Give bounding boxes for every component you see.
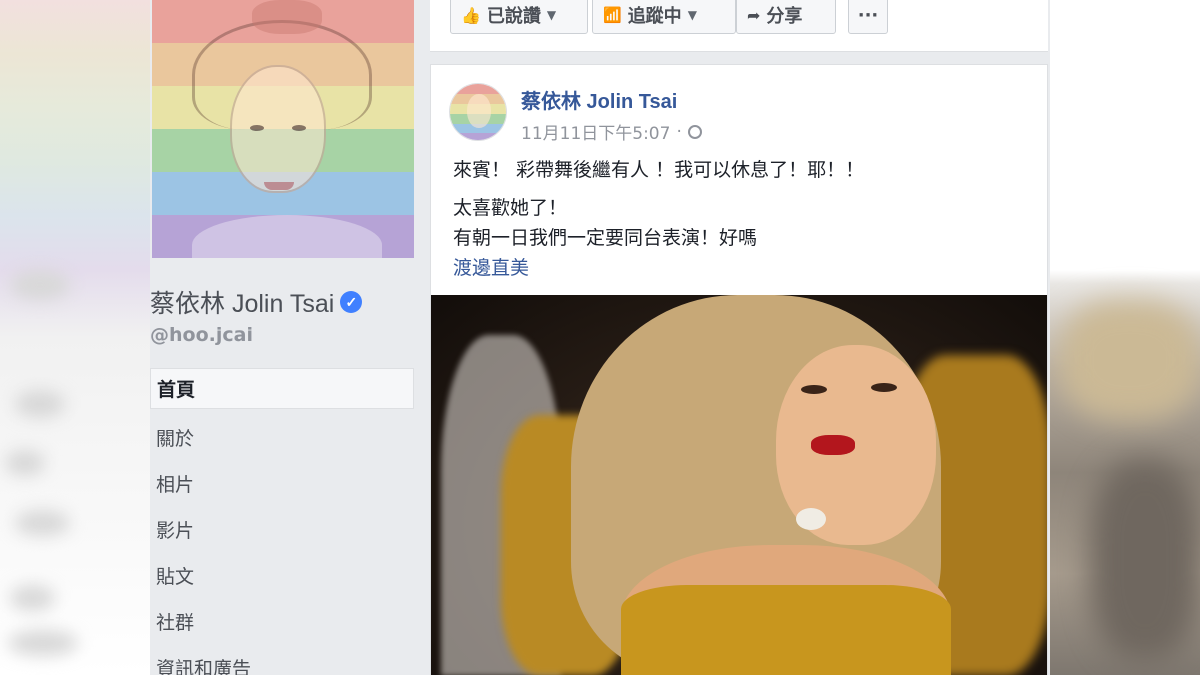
blur-smudge xyxy=(15,510,70,536)
profile-sidebar: 蔡依林 Jolin Tsai ✓ @hoo.jcai 首頁 關於 相片 影片 貼… xyxy=(150,0,430,675)
tagged-person-link[interactable]: 渡邊直美 xyxy=(453,257,529,279)
post-author-avatar[interactable] xyxy=(449,83,507,141)
main-column: 👍 已說讚 ▼ 📶 追蹤中 ▼ ➦ 分享 ··· 蔡依林 Jolin Tsai xyxy=(430,0,1050,675)
post-author-name[interactable]: 蔡依林 Jolin Tsai xyxy=(521,85,677,114)
profile-picture[interactable] xyxy=(152,0,414,258)
profile-hair-bow xyxy=(252,0,322,34)
blurred-right-margin xyxy=(1050,0,1200,675)
share-button-label: 分享 xyxy=(766,6,803,27)
page-name-text[interactable]: 蔡依林 Jolin Tsai xyxy=(150,284,334,320)
performer-lips xyxy=(811,435,855,455)
profile-mouth xyxy=(264,182,294,190)
post-line: 太喜歡她了！ xyxy=(453,197,568,219)
blur-smudge xyxy=(10,585,55,611)
post-line: 有朝一日我們一定要同台表演！好嗎 xyxy=(453,227,758,249)
profile-face xyxy=(230,65,326,193)
nav-item-home[interactable]: 首頁 xyxy=(150,368,414,409)
globe-icon[interactable] xyxy=(687,124,702,139)
chevron-down-icon: ▼ xyxy=(687,8,697,22)
blurred-left-margin xyxy=(0,0,150,675)
more-button[interactable]: ··· xyxy=(848,0,888,34)
performer-eye xyxy=(871,383,897,392)
avatar-stripe xyxy=(450,84,506,94)
chevron-down-icon: ▼ xyxy=(546,8,557,22)
blur-smudge xyxy=(15,390,65,418)
post-body: 來賓！ 彩帶舞後繼有人 ！我可以休息了！耶！！ 太喜歡她了！ 有朝一日我們一定要… xyxy=(453,155,1033,283)
performer-choker xyxy=(796,508,826,530)
blur-smudge xyxy=(10,270,70,300)
page-name[interactable]: 蔡依林 Jolin Tsai ✓ xyxy=(150,284,363,320)
page-nav: 首頁 關於 相片 影片 貼文 社群 資訊和廣告 xyxy=(150,368,414,675)
nav-item-photos[interactable]: 相片 xyxy=(150,460,414,506)
share-button[interactable]: ➦ 分享 xyxy=(736,0,836,34)
avatar-stripe xyxy=(450,133,506,140)
more-dots-icon: ··· xyxy=(857,4,879,26)
verified-badge-icon: ✓ xyxy=(340,291,363,313)
rss-icon: 📶 xyxy=(603,6,622,24)
page-action-bar: 👍 已說讚 ▼ 📶 追蹤中 ▼ ➦ 分享 ··· xyxy=(430,0,1048,52)
performer-eye xyxy=(801,385,827,394)
post-photo[interactable] xyxy=(431,295,1047,675)
liked-button-label: 已說讚 xyxy=(486,6,541,27)
nav-item-posts[interactable]: 貼文 xyxy=(150,552,414,598)
nav-item-info-and-ads[interactable]: 資訊和廣告 xyxy=(150,644,414,675)
post-card: 蔡依林 Jolin Tsai 11月11日下午5:07 · 來賓！ 彩帶舞後繼有… xyxy=(430,64,1048,675)
performer-gold-dress xyxy=(621,585,951,675)
share-arrow-icon: ➦ xyxy=(747,5,761,25)
nav-item-community[interactable]: 社群 xyxy=(150,598,414,644)
page-handle[interactable]: @hoo.jcai xyxy=(150,324,253,346)
post-timestamp[interactable]: 11月11日下午5:07 xyxy=(521,119,670,144)
nav-item-videos[interactable]: 影片 xyxy=(150,506,414,552)
following-button-label: 追蹤中 xyxy=(627,6,682,27)
blur-shape xyxy=(1090,460,1200,660)
post-meta: 11月11日下午5:07 · xyxy=(521,119,702,144)
post-line: 來賓！ 彩帶舞後繼有人 ！我可以休息了！耶！！ xyxy=(453,159,865,181)
blur-smudge xyxy=(5,450,45,476)
profile-eye xyxy=(250,125,264,131)
avatar-face xyxy=(467,94,491,128)
blur-shape xyxy=(1060,300,1200,420)
thumbs-up-icon: 👍 xyxy=(461,5,481,25)
following-button[interactable]: 📶 追蹤中 ▼ xyxy=(592,0,736,34)
liked-button[interactable]: 👍 已說讚 ▼ xyxy=(450,0,588,34)
nav-item-about[interactable]: 關於 xyxy=(150,414,414,460)
meta-separator: · xyxy=(676,121,682,142)
profile-eye xyxy=(292,125,306,131)
blur-smudge xyxy=(8,630,78,656)
